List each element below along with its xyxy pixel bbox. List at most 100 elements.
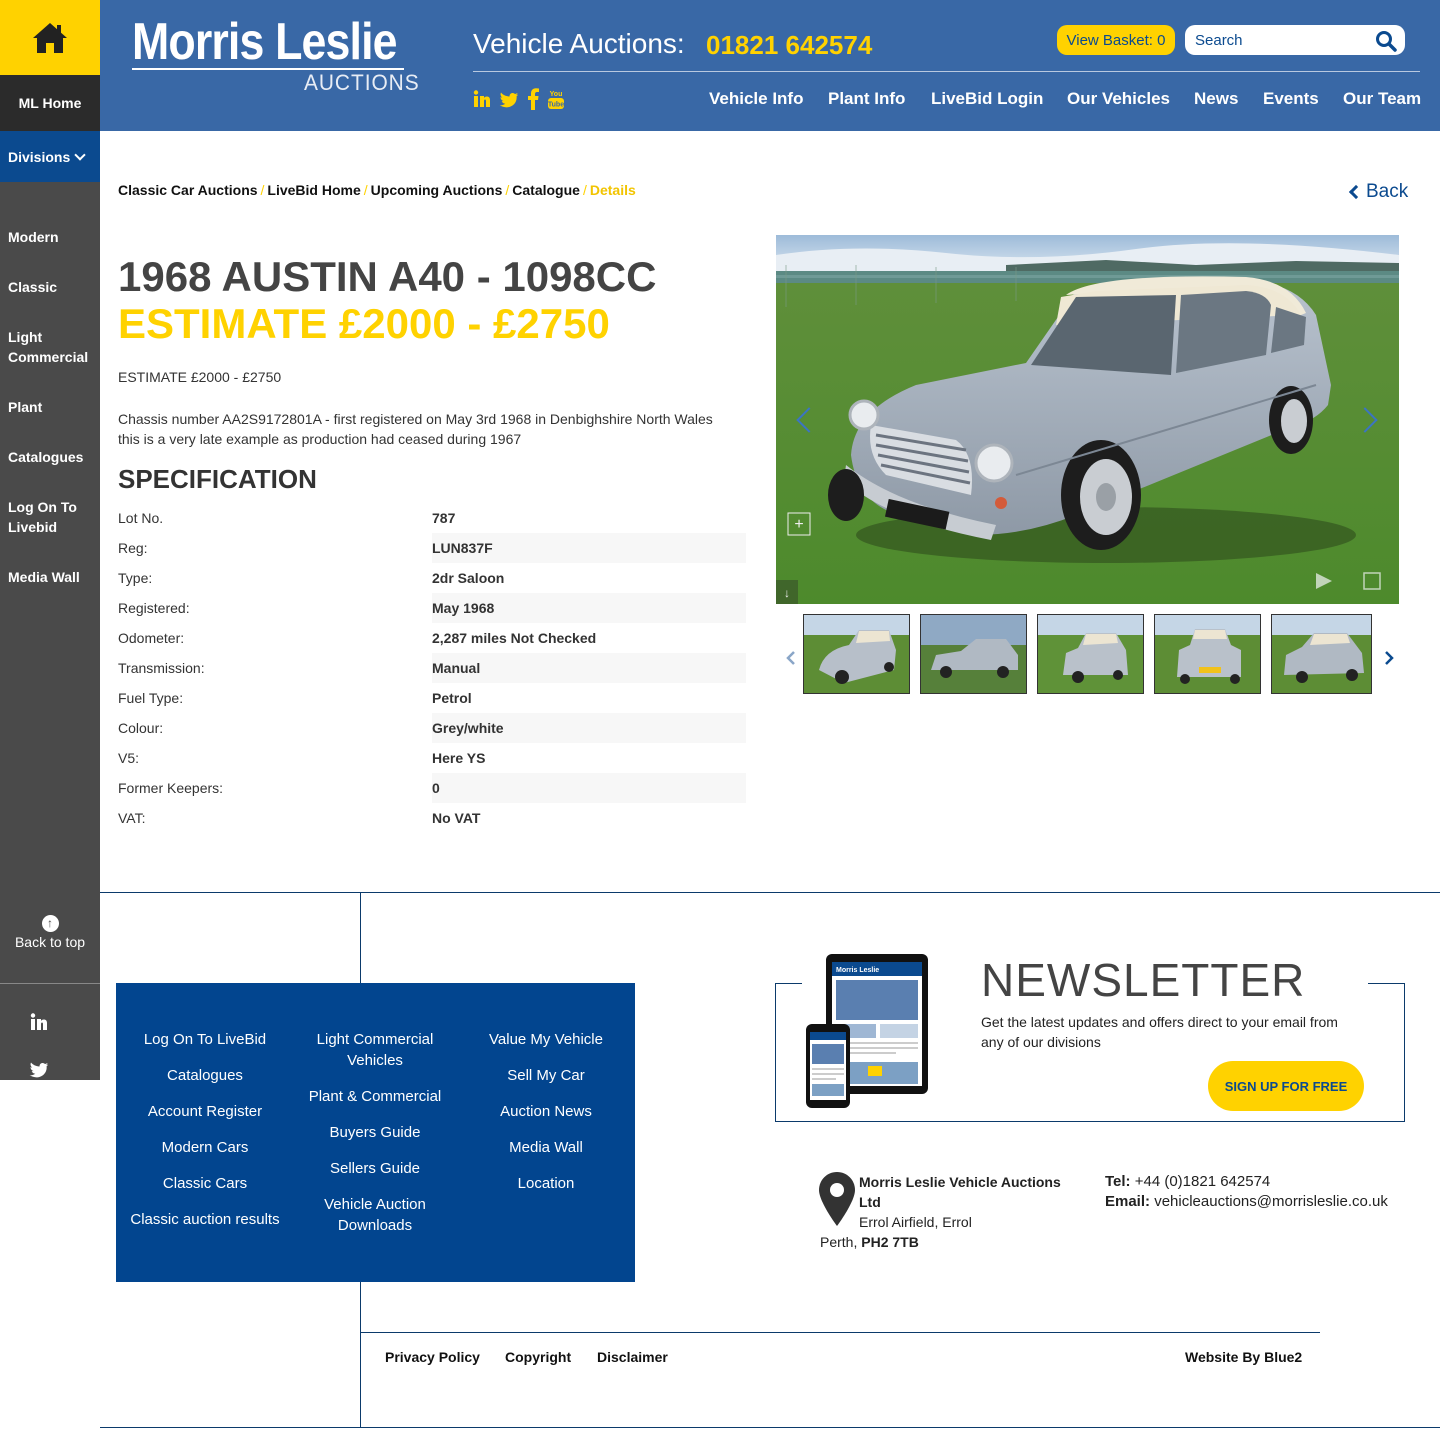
sidebar-item-media-wall[interactable]: Media Wall	[8, 567, 98, 587]
nav-vehicle-info[interactable]: Vehicle Info	[709, 89, 803, 109]
breadcrumb-livebid-home[interactable]: LiveBid Home	[267, 182, 360, 198]
spec-value: Grey/white	[432, 713, 746, 743]
address-postcode: PH2 7TB	[861, 1234, 919, 1250]
svg-text:You: You	[550, 91, 563, 98]
search-input[interactable]	[1185, 25, 1405, 55]
sidebar-divider	[0, 983, 100, 984]
footer-links-panel: Log On To LiveBid Catalogues Account Reg…	[116, 983, 635, 1282]
footer-link[interactable]: Media Wall	[461, 1137, 631, 1158]
footer-link[interactable]: Sellers Guide	[290, 1158, 460, 1179]
main-vehicle-photo[interactable]: + ↓	[776, 235, 1399, 604]
twitter-icon[interactable]	[29, 1062, 49, 1079]
email-value[interactable]: vehicleauctions@morrisleslie.co.uk	[1154, 1193, 1388, 1210]
linkedin-icon[interactable]	[473, 88, 491, 110]
spec-value: 0	[432, 773, 746, 803]
newsletter-signup-button[interactable]: SIGN UP FOR FREE	[1208, 1061, 1364, 1111]
spec-key: Former Keepers:	[118, 780, 224, 796]
breadcrumb-classic-car-auctions[interactable]: Classic Car Auctions	[118, 182, 258, 198]
sidebar-item-light-commercial[interactable]: Light Commercial	[8, 327, 90, 367]
footer-link[interactable]: Classic Cars	[120, 1173, 290, 1194]
copyright-link[interactable]: Copyright	[505, 1349, 571, 1365]
thumbs-prev-icon[interactable]	[786, 650, 796, 666]
contact-email: Email: vehicleauctions@morrisleslie.co.u…	[1105, 1192, 1388, 1212]
contact-tel: Tel: +44 (0)1821 642574	[1105, 1172, 1388, 1192]
thumbs-next-icon[interactable]	[1384, 650, 1394, 666]
sidebar-item-plant[interactable]: Plant	[8, 397, 98, 417]
sidebar-item-catalogues[interactable]: Catalogues	[8, 447, 98, 467]
footer-link[interactable]: Classic auction results	[120, 1209, 290, 1230]
spec-key: Reg:	[118, 540, 148, 556]
footer-link[interactable]: Value My Vehicle	[461, 1029, 631, 1050]
logo-text[interactable]: Morris Leslie	[132, 14, 398, 70]
facebook-icon[interactable]	[527, 88, 539, 110]
tel-label: Tel:	[1105, 1173, 1131, 1190]
back-to-top-button[interactable]: ↑ Back to top	[0, 915, 100, 950]
header-phone[interactable]: 01821 642574	[706, 30, 872, 61]
breadcrumb-upcoming-auctions[interactable]: Upcoming Auctions	[371, 182, 503, 198]
arrow-up-icon: ↑	[41, 915, 59, 932]
view-basket-button[interactable]: View Basket: 0	[1057, 25, 1175, 55]
spec-key: Lot No.	[118, 510, 164, 526]
footer-link[interactable]: Account Register	[120, 1101, 290, 1122]
footer-link[interactable]: Modern Cars	[120, 1137, 290, 1158]
spec-value: 2,287 miles Not Checked	[432, 630, 597, 646]
spec-value: Manual	[432, 653, 746, 683]
nav-our-team[interactable]: Our Team	[1343, 89, 1421, 109]
footer-link[interactable]: Vehicle Auction Downloads	[290, 1194, 460, 1236]
spec-row: Fuel Type: Petrol	[118, 683, 746, 713]
ml-home-link[interactable]: ML Home	[0, 75, 100, 131]
linkedin-icon[interactable]	[30, 1013, 48, 1031]
footer-link[interactable]: Light Commercial Vehicles	[290, 1029, 460, 1071]
sidebar-item-modern[interactable]: Modern	[8, 227, 98, 247]
spec-key: Type:	[118, 570, 153, 586]
newsletter-text: Get the latest updates and offers direct…	[981, 1014, 1338, 1050]
privacy-policy-link[interactable]: Privacy Policy	[385, 1349, 480, 1365]
disclaimer-link[interactable]: Disclaimer	[597, 1349, 668, 1365]
footer-link[interactable]: Catalogues	[120, 1065, 290, 1086]
footer-link[interactable]: Auction News	[461, 1101, 631, 1122]
footer-link[interactable]: Sell My Car	[461, 1065, 631, 1086]
thumbnail[interactable]	[1154, 614, 1261, 694]
sidebar: ML Home Divisions Modern Classic Light C…	[0, 0, 100, 1080]
car-photo-illustration: + ↓	[776, 235, 1399, 604]
footer-link[interactable]: Log On To LiveBid	[120, 1029, 290, 1050]
thumbnail[interactable]	[803, 614, 910, 694]
company-name: Morris Leslie Vehicle Auctions Ltd	[859, 1174, 1061, 1210]
footer-links-column: Log On To LiveBid Catalogues Account Reg…	[120, 1029, 290, 1245]
nav-plant-info[interactable]: Plant Info	[828, 89, 905, 109]
spec-key: VAT:	[118, 810, 146, 826]
footer-link[interactable]: Buyers Guide	[290, 1122, 460, 1143]
thumbnail[interactable]	[1037, 614, 1144, 694]
thumbnail[interactable]	[1271, 614, 1372, 694]
logo-subtitle: AUCTIONS	[304, 70, 420, 95]
twitter-icon[interactable]	[499, 88, 519, 110]
search-icon[interactable]	[1375, 30, 1397, 52]
breadcrumb-catalogue[interactable]: Catalogue	[512, 182, 580, 198]
divisions-toggle[interactable]: Divisions	[0, 131, 100, 182]
home-button[interactable]	[0, 0, 100, 75]
thumbnail[interactable]	[920, 614, 1027, 694]
nav-events[interactable]: Events	[1263, 89, 1319, 109]
company-address: Morris Leslie Vehicle Auctions Ltd Errol…	[820, 1172, 1085, 1252]
sidebar-item-classic[interactable]: Classic	[8, 277, 98, 297]
nav-news[interactable]: News	[1194, 89, 1238, 109]
breadcrumb-separator: /	[582, 182, 587, 198]
specification-table: Lot No. 787 Reg: LUN837F Type: 2dr Saloon R…	[118, 503, 746, 833]
chevron-left-icon	[1348, 184, 1364, 200]
breadcrumb-separator: /	[363, 182, 368, 198]
spec-row: Former Keepers: 0	[118, 773, 746, 803]
chevron-down-icon	[74, 148, 86, 161]
footer-link[interactable]: Location	[461, 1173, 631, 1194]
back-to-top-label: Back to top	[14, 934, 86, 950]
nav-our-vehicles[interactable]: Our Vehicles	[1067, 89, 1170, 109]
footer-link[interactable]: Plant & Commercial	[290, 1086, 460, 1107]
tel-value[interactable]: +44 (0)1821 642574	[1135, 1173, 1271, 1190]
website-credit-link[interactable]: Website By Blue2	[1185, 1349, 1302, 1365]
address-city: Perth,	[820, 1234, 858, 1250]
youtube-icon[interactable]: You Tube	[547, 88, 565, 110]
nav-livebid-login[interactable]: LiveBid Login	[931, 89, 1043, 109]
spec-row: VAT: No VAT	[118, 803, 746, 833]
sidebar-item-log-on-livebid[interactable]: Log On To Livebid	[8, 497, 88, 537]
breadcrumb: Classic Car Auctions / LiveBid Home / Upcomi…	[118, 182, 636, 198]
back-link[interactable]: Back	[1348, 181, 1408, 203]
